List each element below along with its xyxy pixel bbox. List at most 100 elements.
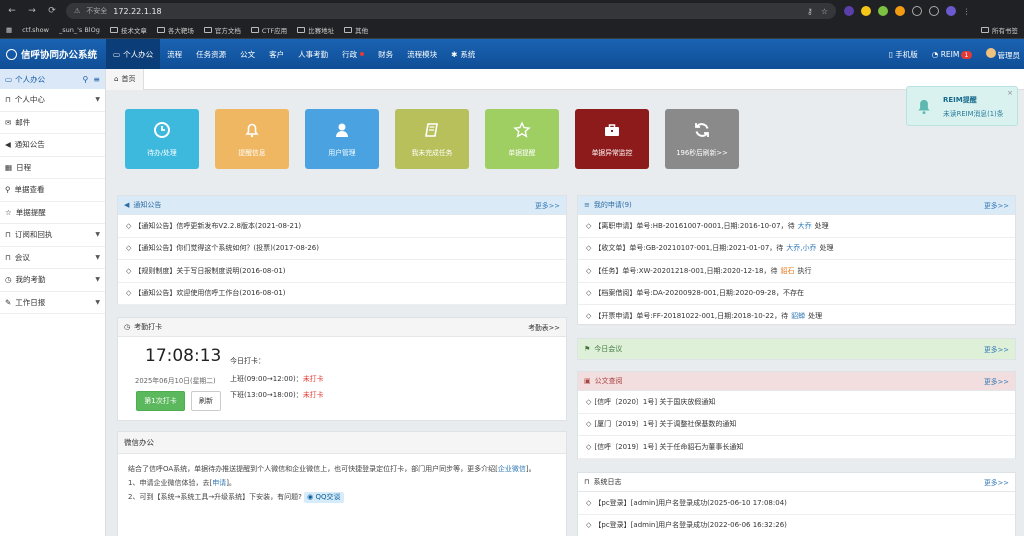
list-item[interactable]: ◇ [信呼〔2019〕1号] 关于任命貂石为董事长通知 [578, 436, 1015, 459]
attendance-table-link[interactable]: 考勤表>> [528, 322, 560, 332]
key-icon[interactable]: ⚷ [807, 7, 813, 16]
folder-icon [297, 27, 306, 33]
meeting-more-link[interactable]: 更多>> [984, 344, 1009, 354]
extension-icon[interactable] [878, 6, 888, 16]
nav-customer[interactable]: 客户 [262, 39, 291, 69]
bookmark-folder[interactable]: 技术文章 [109, 25, 147, 35]
wechat-panel: 微信办公 结合了信呼OA系统，单据待办推送提醒到个人微信和企业微信上，也可快捷登… [117, 431, 567, 536]
bullet-icon: ◇ [586, 311, 592, 320]
notice-more-link[interactable]: 更多>> [535, 200, 560, 210]
address-bar[interactable]: ⚠ 不安全 172.22.1.18 ⚷ ☆ [66, 3, 836, 19]
list-item[interactable]: ◇ 【离职申请】单号:HB-20161007-0001,日期:2016-10-07… [578, 215, 1015, 238]
caret-down-icon: ▼ [95, 253, 100, 261]
refresh-button[interactable]: 刷新 [191, 391, 221, 411]
sidebar-item-remind[interactable]: ☆ 单据提醒 [0, 202, 105, 224]
bookmark-folder[interactable]: 比赛地址 [297, 25, 334, 35]
tile-users[interactable]: 用户管理 [305, 109, 379, 169]
apply-more-link[interactable]: 更多>> [984, 200, 1009, 210]
tile-todo[interactable]: 待办/处理 [125, 109, 199, 169]
list-item[interactable]: ◇ [厦门〔2019〕1号] 关于调整社保基数的通知 [578, 414, 1015, 436]
nav-flow[interactable]: 流程 [160, 39, 189, 69]
profile-icon[interactable] [946, 6, 956, 16]
list-item[interactable]: ◇ 【开票申请】单号:FF-20181022-001,日期:2018-10-22，… [578, 305, 1015, 328]
url-text[interactable]: 172.22.1.18 [113, 7, 161, 16]
list-item[interactable]: ◇ [信呼〔2020〕1号] 关于国庆放假通知 [578, 391, 1015, 414]
tile-reminder[interactable]: 提醒信息 [215, 109, 289, 169]
bookmark-icon: ⊓ [5, 230, 11, 240]
tile-doc-remind[interactable]: 单据提醒 [485, 109, 559, 169]
avatar [985, 47, 996, 58]
sidebar-item-daily[interactable]: ✎ 工作日报 ▼ [0, 292, 105, 314]
nav-flow-module[interactable]: 流程模块 [400, 39, 444, 69]
all-bookmarks[interactable]: 所有书签 [981, 25, 1018, 35]
calendar-icon: ▦ [5, 162, 13, 172]
list-icon[interactable]: ≡ [93, 75, 100, 84]
punch-button[interactable]: 第1次打卡 [136, 391, 185, 411]
download-icon[interactable] [929, 6, 939, 16]
tile-tasks[interactable]: 我未完成任务 [395, 109, 469, 169]
user-menu[interactable]: 管理员 [985, 47, 1020, 61]
reim-link[interactable]: ◔ REIM 1 [932, 50, 972, 59]
brand[interactable]: 信呼协同办公系统 [0, 47, 106, 61]
nav-system[interactable]: ✱ 系统 [444, 39, 482, 69]
apply-link[interactable]: 申请 [212, 479, 226, 487]
bookmark-folder[interactable]: 官方文档 [203, 25, 241, 35]
list-item[interactable]: ◇ 【pc登录】[admin]用户名登录成功(2022-06-06 16:32:2… [578, 515, 1015, 536]
sidebar-item-mail[interactable]: ✉ 邮件 [0, 112, 105, 134]
nav-finance[interactable]: 财务 [371, 39, 400, 69]
speaker-icon: ◀ [5, 140, 11, 150]
list-item[interactable]: ◇ 【通知公告】欢迎使用信呼工作台(2016-08-01) [118, 283, 566, 305]
forward-icon[interactable]: → [26, 6, 38, 16]
mobile-link[interactable]: ▯ 手机版 [889, 49, 918, 60]
list-item[interactable]: ◇ 【规则制度】关于写日报制度说明(2016-08-01) [118, 260, 566, 283]
sidebar-item-view[interactable]: ⚲ 单据查看 [0, 179, 105, 202]
syslog-more-link[interactable]: 更多>> [984, 477, 1009, 487]
sidebar-header: ▭ 个人办公 ⚲ ≡ [0, 69, 105, 89]
reim-toast[interactable]: × REIM提醒 未读REIM消息(1)条 [906, 86, 1018, 126]
nav-doc[interactable]: 公文 [233, 39, 262, 69]
bookmark-item[interactable]: ctf.show [22, 26, 49, 34]
tile-refresh[interactable]: 196秒后刷新>> [665, 109, 739, 169]
list-item[interactable]: ◇ 【通知公告】信呼更新发布V2.2.8版本(2021-08-21) [118, 215, 566, 238]
list-item[interactable]: ◇ 【档案借阅】单号:DA-20200928-001,日期:2020-09-28，… [578, 283, 1015, 305]
monitor-icon: ▭ [113, 49, 121, 59]
tile-monitor[interactable]: 单据异常监控 [575, 109, 649, 169]
list-item[interactable]: ◇ 【通知公告】你们觉得这个系统如何？(投票)(2017-08-26) [118, 238, 566, 260]
nav-task[interactable]: 任务资源 [189, 39, 233, 69]
menu-dots-icon[interactable]: ⋮ [963, 7, 971, 16]
bookmark-folder[interactable]: CTF应用 [250, 25, 287, 35]
bookmark-folder[interactable]: 其他 [344, 25, 368, 35]
apps-icon[interactable]: ▦ [6, 26, 12, 34]
reload-icon[interactable]: ⟳ [46, 6, 58, 16]
tab-home[interactable]: ⌂ 首页 [106, 69, 145, 90]
warning-icon: ⚠ [74, 7, 81, 15]
toast-body: 未读REIM消息(1)条 [943, 109, 1004, 118]
search-icon[interactable]: ⚲ [82, 75, 88, 84]
extension-icon[interactable] [861, 6, 871, 16]
close-icon[interactable]: × [1007, 89, 1013, 97]
qq-chat-button[interactable]: ◉ QQ交谈 [304, 492, 344, 503]
sidebar-item-meeting[interactable]: ⊓ 会议 ▼ [0, 247, 105, 269]
sidebar-item-subscribe[interactable]: ⊓ 订阅和回执 ▼ [0, 224, 105, 247]
bookmark-star-icon[interactable]: ☆ [821, 7, 828, 16]
sidebar-item-schedule[interactable]: ▦ 日程 [0, 157, 105, 179]
folder-icon [344, 27, 353, 33]
list-item[interactable]: ◇ 【pc登录】[admin]用户名登录成功(2025-06-10 17:08:0… [578, 492, 1015, 515]
wechat-link[interactable]: 企业微信 [498, 465, 526, 473]
bookmark-folder[interactable]: 各大靶场 [156, 25, 194, 35]
back-icon[interactable]: ← [6, 6, 18, 16]
nav-admin[interactable]: 行政 [335, 39, 371, 69]
puzzle-icon[interactable] [912, 6, 922, 16]
wechat-body: 结合了信呼OA系统，单据待办推送提醒到个人微信和企业微信上，也可快捷登录定位打卡… [118, 454, 566, 512]
sidebar-item-attendance[interactable]: ◷ 我的考勤 ▼ [0, 269, 105, 292]
list-item[interactable]: ◇ 【收文单】单号:GB-20210107-001,日期:2021-01-07，待… [578, 238, 1015, 260]
bookmark-item[interactable]: _sun_'s BlOg [59, 26, 100, 34]
extension-icon[interactable] [844, 6, 854, 16]
sidebar-item-center[interactable]: ⊓ 个人中心 ▼ [0, 89, 105, 112]
nav-hr[interactable]: 人事考勤 [291, 39, 335, 69]
nav-personal[interactable]: ▭ 个人办公 [106, 39, 161, 69]
extension-icon[interactable] [895, 6, 905, 16]
list-item[interactable]: ◇ 【任务】单号:XW-20201218-001,日期:2020-12-18，待貂… [578, 260, 1015, 283]
docs-more-link[interactable]: 更多>> [984, 376, 1009, 386]
sidebar-item-notice[interactable]: ◀ 通知公告 [0, 134, 105, 157]
